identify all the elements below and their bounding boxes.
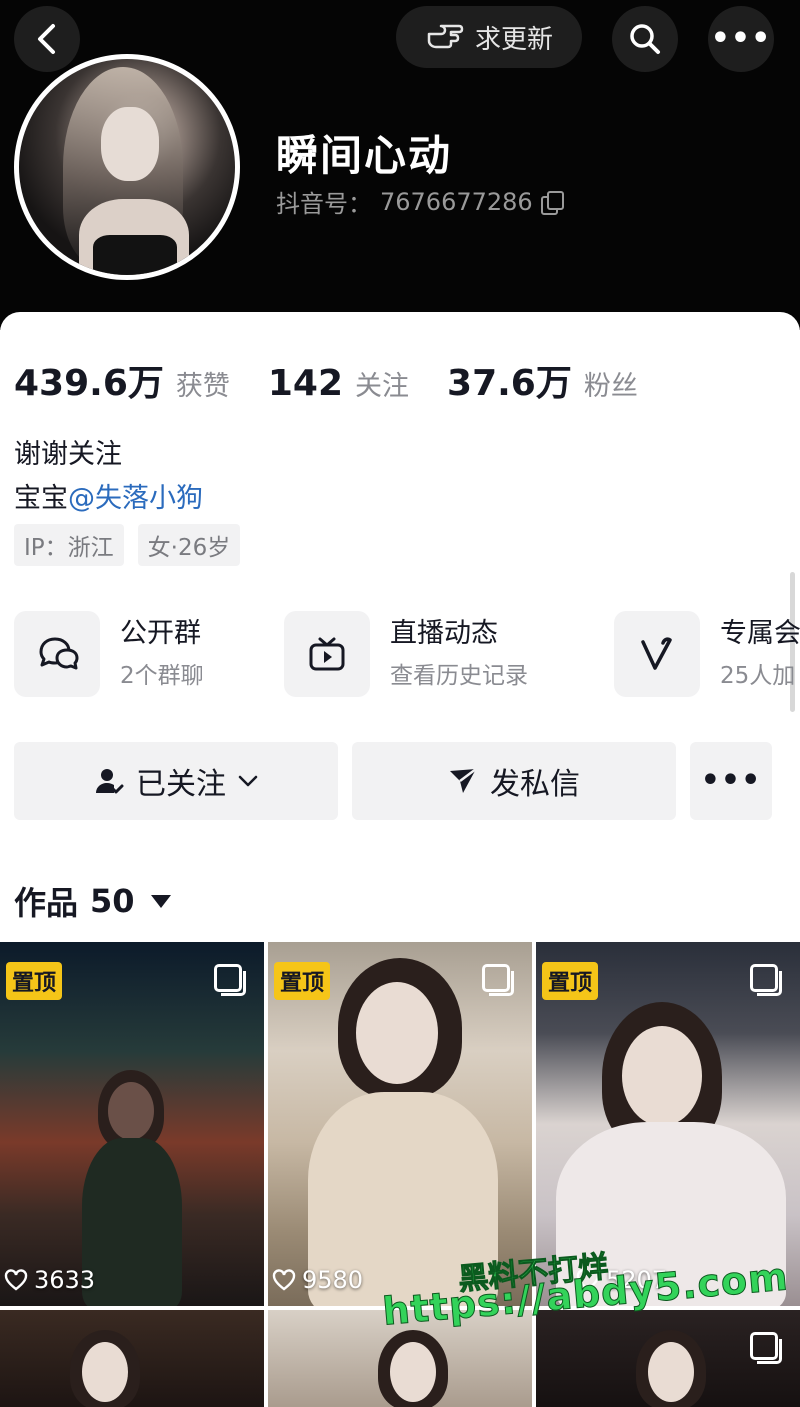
search-icon bbox=[630, 24, 660, 54]
like-count: 9580 bbox=[272, 1266, 363, 1294]
request-update-label: 求更新 bbox=[474, 24, 553, 55]
like-count-value: 3633 bbox=[34, 1266, 96, 1294]
video-thumbnail[interactable]: 置顶 3633 bbox=[0, 942, 264, 1306]
feature-subtitle: 查看历史记录 bbox=[390, 663, 528, 689]
avatar[interactable] bbox=[14, 54, 240, 280]
feature-exclusive-club[interactable]: 专属会 25人加 bbox=[614, 610, 800, 698]
multi-image-icon bbox=[750, 1332, 782, 1364]
heart-icon bbox=[4, 1269, 28, 1291]
works-tab[interactable]: 作品 50 bbox=[14, 878, 171, 924]
chat-bubbles-icon bbox=[39, 637, 79, 670]
video-thumbnail[interactable] bbox=[0, 1310, 264, 1407]
pointing-hand-icon bbox=[427, 24, 464, 49]
profile-header: 求更新 ••• 瞬间心动 抖音号： 7676677286 bbox=[0, 0, 800, 330]
following-count[interactable]: 142 bbox=[268, 363, 343, 404]
pinned-badge: 置顶 bbox=[6, 962, 63, 1000]
more-dots-icon: ••• bbox=[700, 763, 762, 798]
feature-subtitle: 25人加 bbox=[720, 663, 796, 689]
multi-image-icon bbox=[750, 964, 782, 996]
caret-down-icon bbox=[150, 894, 171, 908]
likes-count: 439.6万 bbox=[14, 363, 164, 404]
like-count-value: 9580 bbox=[302, 1266, 364, 1294]
more-options-button[interactable]: ••• bbox=[708, 6, 774, 72]
bio-line-2: 宝宝@失落小狗 bbox=[14, 476, 203, 515]
more-dots-icon: ••• bbox=[710, 21, 772, 56]
feature-live-history[interactable]: 直播动态 查看历史记录 bbox=[284, 610, 528, 698]
back-button[interactable] bbox=[14, 6, 80, 72]
video-thumbnail[interactable] bbox=[536, 1310, 800, 1407]
chevron-down-icon bbox=[238, 775, 258, 787]
followers-count[interactable]: 37.6万 bbox=[447, 354, 572, 406]
action-row: 已关注 发私信 ••• bbox=[14, 742, 772, 820]
feature-icon-box bbox=[614, 611, 700, 697]
following-label[interactable]: 关注 bbox=[355, 364, 409, 403]
stats-row: 439.6万 获赞 142 关注 37.6万 粉丝 bbox=[14, 354, 676, 406]
profile-tags: IP：浙江 女·26岁 bbox=[14, 524, 241, 566]
pinned-badge: 置顶 bbox=[274, 962, 331, 1000]
likes-label: 获赞 bbox=[175, 371, 230, 402]
search-button[interactable] bbox=[612, 6, 678, 72]
action-more-button[interactable]: ••• bbox=[690, 742, 772, 820]
send-message-label: 发私信 bbox=[490, 767, 580, 802]
followed-button[interactable]: 已关注 bbox=[14, 742, 338, 820]
pinned-badge: 置顶 bbox=[542, 962, 599, 1000]
v-check-icon bbox=[641, 637, 672, 670]
feature-icon-box bbox=[284, 611, 370, 697]
heart-icon bbox=[272, 1269, 296, 1291]
tv-play-icon bbox=[309, 637, 345, 671]
feature-title: 专属会 bbox=[720, 618, 800, 649]
user-check-icon bbox=[96, 769, 124, 794]
send-icon bbox=[450, 768, 477, 793]
request-update-button[interactable]: 求更新 bbox=[396, 6, 582, 68]
feature-public-group[interactable]: 公开群 2个群聊 bbox=[14, 610, 204, 698]
multi-image-icon bbox=[482, 964, 514, 996]
feature-title: 公开群 bbox=[120, 618, 201, 649]
gender-age-tag: 女·26岁 bbox=[137, 524, 241, 566]
works-label: 作品 bbox=[14, 884, 79, 922]
back-arrow-icon bbox=[38, 24, 55, 54]
followers-label[interactable]: 粉丝 bbox=[584, 364, 638, 403]
multi-image-icon bbox=[214, 964, 246, 996]
works-count: 50 bbox=[90, 882, 135, 920]
feature-subtitle: 2个群聊 bbox=[120, 663, 204, 689]
feature-icon-box bbox=[14, 611, 100, 697]
douyin-id: 抖音号： 7676677286 bbox=[276, 184, 564, 219]
like-count: 3633 bbox=[4, 1266, 95, 1294]
bio-prefix: 宝宝 bbox=[14, 483, 68, 514]
profile-card: 439.6万 获赞 142 关注 37.6万 粉丝 谢谢关注 宝宝@失落小狗 I… bbox=[0, 312, 800, 1407]
bio-mention-link[interactable]: @失落小狗 bbox=[68, 483, 203, 514]
profile-name: 瞬间心动 bbox=[276, 131, 453, 180]
bio-line-1: 谢谢关注 bbox=[14, 439, 122, 470]
send-message-button[interactable]: 发私信 bbox=[352, 742, 676, 820]
douyin-id-value: 7676677286 bbox=[380, 187, 533, 216]
feature-title: 直播动态 bbox=[390, 618, 498, 649]
feature-row: 公开群 2个群聊 直播动态 查看历史记录 专属会 25人加 bbox=[14, 610, 800, 700]
ip-location-tag: IP：浙江 bbox=[14, 524, 124, 566]
douyin-id-label: 抖音号： bbox=[276, 190, 372, 218]
followed-label: 已关注 bbox=[136, 767, 226, 802]
copy-icon[interactable] bbox=[540, 190, 564, 215]
